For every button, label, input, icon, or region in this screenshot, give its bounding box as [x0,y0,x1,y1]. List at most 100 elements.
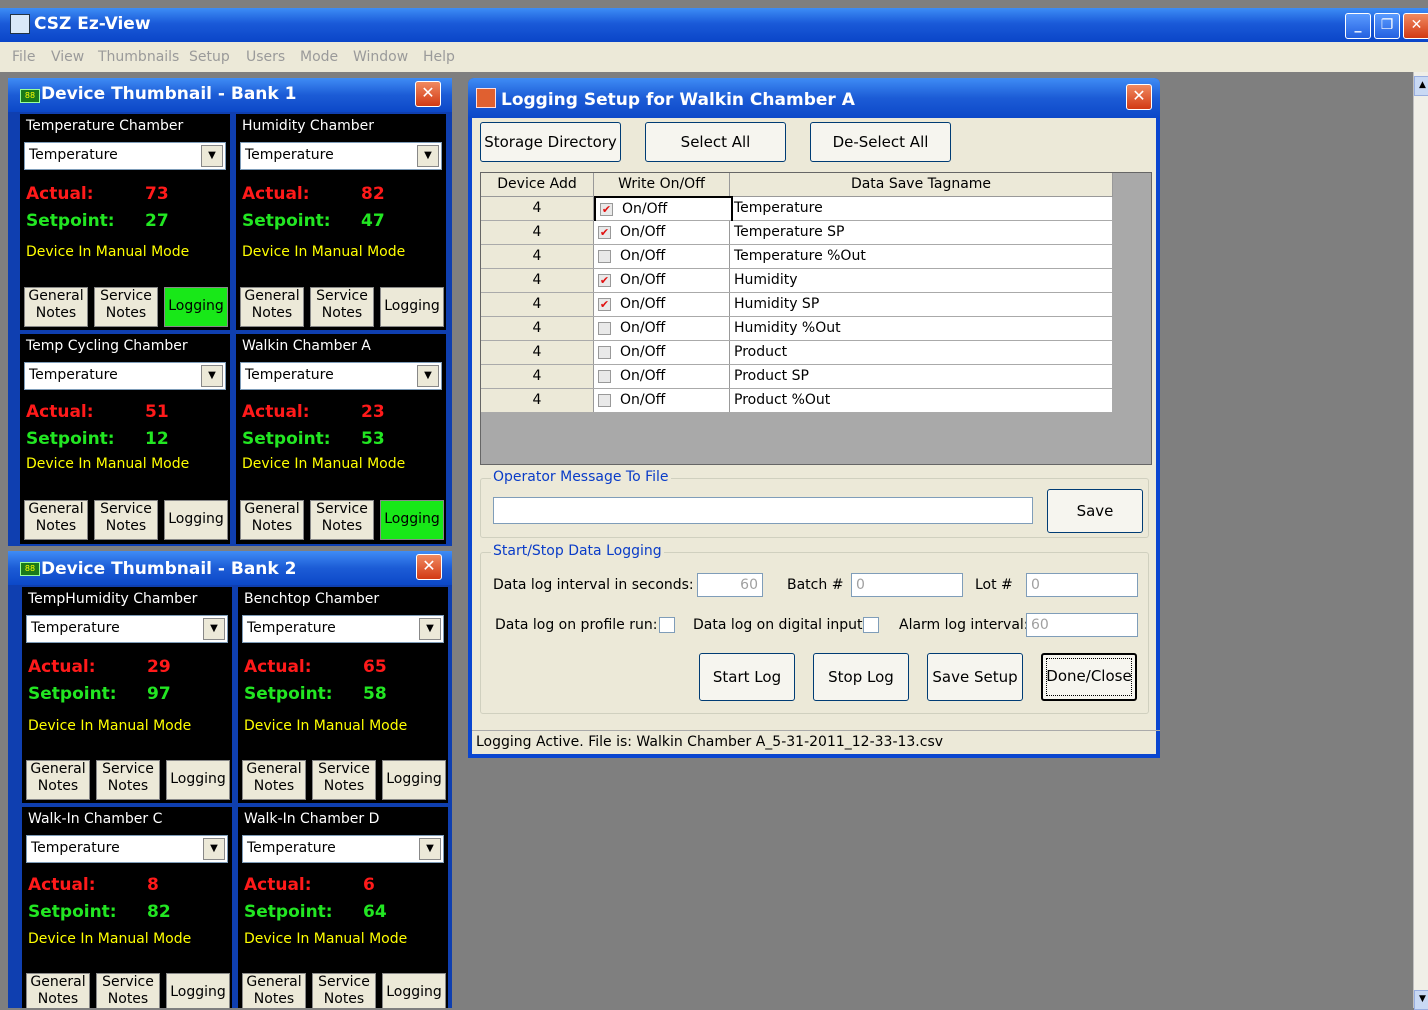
parameter-select[interactable]: Temperature ▼ [242,615,444,643]
menu-file[interactable]: File [12,49,35,65]
checkbox-checked-icon[interactable]: ✔ [598,226,611,239]
table-row[interactable]: 4 On/Off Product %Out [481,389,1112,413]
parameter-select[interactable]: Temperature ▼ [26,835,228,863]
save-message-button[interactable]: Save [1047,489,1143,533]
tagname[interactable]: Humidity [734,269,797,292]
service-notes-button[interactable]: Service Notes [96,973,160,1008]
tagname[interactable]: Humidity SP [734,293,819,316]
general-notes-button[interactable]: General Notes [242,760,306,800]
write-toggle[interactable]: ✔ On/Off [594,196,733,223]
batch-input[interactable]: 0 [851,573,963,597]
logging-button[interactable]: Logging [166,760,230,800]
parameter-select[interactable]: Temperature ▼ [26,615,228,643]
tagname[interactable]: Temperature %Out [734,245,866,268]
done-close-button[interactable]: Done/Close [1041,653,1137,701]
scroll-down-arrow-icon[interactable]: ▼ [1414,990,1428,1010]
tagname[interactable]: Product SP [734,365,809,388]
parameter-select[interactable]: Temperature ▼ [24,142,226,170]
checkbox-unchecked-icon[interactable] [598,346,611,359]
chevron-down-icon[interactable]: ▼ [417,145,439,167]
menu-users[interactable]: Users [246,49,285,65]
menu-mode[interactable]: Mode [300,49,338,65]
bank-2-close-button[interactable]: ✕ [416,554,442,580]
chevron-down-icon[interactable]: ▼ [419,618,441,640]
table-row[interactable]: 4 ✔ On/Off Humidity [481,269,1112,293]
chevron-down-icon[interactable]: ▼ [203,618,225,640]
logging-button[interactable]: Logging [164,287,228,327]
table-row[interactable]: 4 ✔ On/Off Temperature SP [481,221,1112,245]
storage-directory-button[interactable]: Storage Directory [480,122,621,162]
table-row[interactable]: 4 ✔ On/Off Temperature [481,196,1112,223]
tagname[interactable]: Temperature [734,197,823,220]
write-toggle[interactable]: On/Off [594,317,730,340]
service-notes-button[interactable]: Service Notes [94,500,158,540]
parameter-select[interactable]: Temperature ▼ [240,362,442,390]
general-notes-button[interactable]: General Notes [240,500,304,540]
service-notes-button[interactable]: Service Notes [312,760,376,800]
general-notes-button[interactable]: General Notes [26,973,90,1008]
tagname[interactable]: Product %Out [734,389,830,412]
general-notes-button[interactable]: General Notes [240,287,304,327]
select-all-button[interactable]: Select All [645,122,786,162]
parameter-select[interactable]: Temperature ▼ [24,362,226,390]
tagname[interactable]: Humidity %Out [734,317,841,340]
chevron-down-icon[interactable]: ▼ [417,365,439,387]
logging-button[interactable]: Logging [380,500,444,540]
write-toggle[interactable]: ✔ On/Off [594,221,730,244]
logging-button[interactable]: Logging [380,287,444,327]
menu-thumbnails[interactable]: Thumbnails [98,49,179,65]
service-notes-button[interactable]: Service Notes [94,287,158,327]
table-row[interactable]: 4 ✔ On/Off Humidity SP [481,293,1112,317]
write-toggle[interactable]: On/Off [594,245,730,268]
logging-button[interactable]: Logging [164,500,228,540]
start-log-button[interactable]: Start Log [699,653,795,701]
tagname[interactable]: Product [734,341,787,364]
logging-button[interactable]: Logging [166,973,230,1008]
profile-run-checkbox[interactable] [659,617,675,633]
menu-help[interactable]: Help [423,49,455,65]
alarm-interval-input[interactable]: 60 [1026,613,1138,637]
write-toggle[interactable]: ✔ On/Off [594,293,730,316]
checkbox-unchecked-icon[interactable] [598,370,611,383]
write-toggle[interactable]: ✔ On/Off [594,269,730,292]
table-row[interactable]: 4 On/Off Product [481,341,1112,365]
chevron-down-icon[interactable]: ▼ [201,145,223,167]
checkbox-checked-icon[interactable]: ✔ [598,274,611,287]
service-notes-button[interactable]: Service Notes [312,973,376,1008]
vertical-scrollbar[interactable]: ▲ ▼ [1413,72,1428,1010]
menu-setup[interactable]: Setup [189,49,230,65]
dialog-close-button[interactable]: ✕ [1126,84,1152,110]
service-notes-button[interactable]: Service Notes [310,287,374,327]
digital-input-checkbox[interactable] [863,617,879,633]
interval-input[interactable]: 60 [697,573,763,597]
general-notes-button[interactable]: General Notes [24,500,88,540]
tagname[interactable]: Temperature SP [734,221,844,244]
service-notes-button[interactable]: Service Notes [96,760,160,800]
checkbox-unchecked-icon[interactable] [598,250,611,263]
parameter-select[interactable]: Temperature ▼ [240,142,442,170]
write-toggle[interactable]: On/Off [594,389,730,412]
close-button[interactable]: ✕ [1403,13,1428,39]
parameter-select[interactable]: Temperature ▼ [242,835,444,863]
bank-1-close-button[interactable]: ✕ [415,81,441,107]
scroll-up-arrow-icon[interactable]: ▲ [1414,76,1428,96]
logging-button[interactable]: Logging [382,760,446,800]
general-notes-button[interactable]: General Notes [242,973,306,1008]
save-setup-button[interactable]: Save Setup [927,653,1023,701]
table-row[interactable]: 4 On/Off Product SP [481,365,1112,389]
lot-input[interactable]: 0 [1026,573,1138,597]
operator-message-input[interactable] [493,497,1033,524]
checkbox-unchecked-icon[interactable] [598,394,611,407]
minimize-button[interactable]: _ [1345,13,1371,39]
stop-log-button[interactable]: Stop Log [813,653,909,701]
checkbox-checked-icon[interactable]: ✔ [600,203,613,216]
write-toggle[interactable]: On/Off [594,365,730,388]
general-notes-button[interactable]: General Notes [26,760,90,800]
chevron-down-icon[interactable]: ▼ [203,838,225,860]
write-toggle[interactable]: On/Off [594,341,730,364]
deselect-all-button[interactable]: De-Select All [810,122,951,162]
checkbox-unchecked-icon[interactable] [598,322,611,335]
checkbox-checked-icon[interactable]: ✔ [598,298,611,311]
restore-button[interactable]: ❐ [1374,13,1400,39]
menu-window[interactable]: Window [353,49,408,65]
